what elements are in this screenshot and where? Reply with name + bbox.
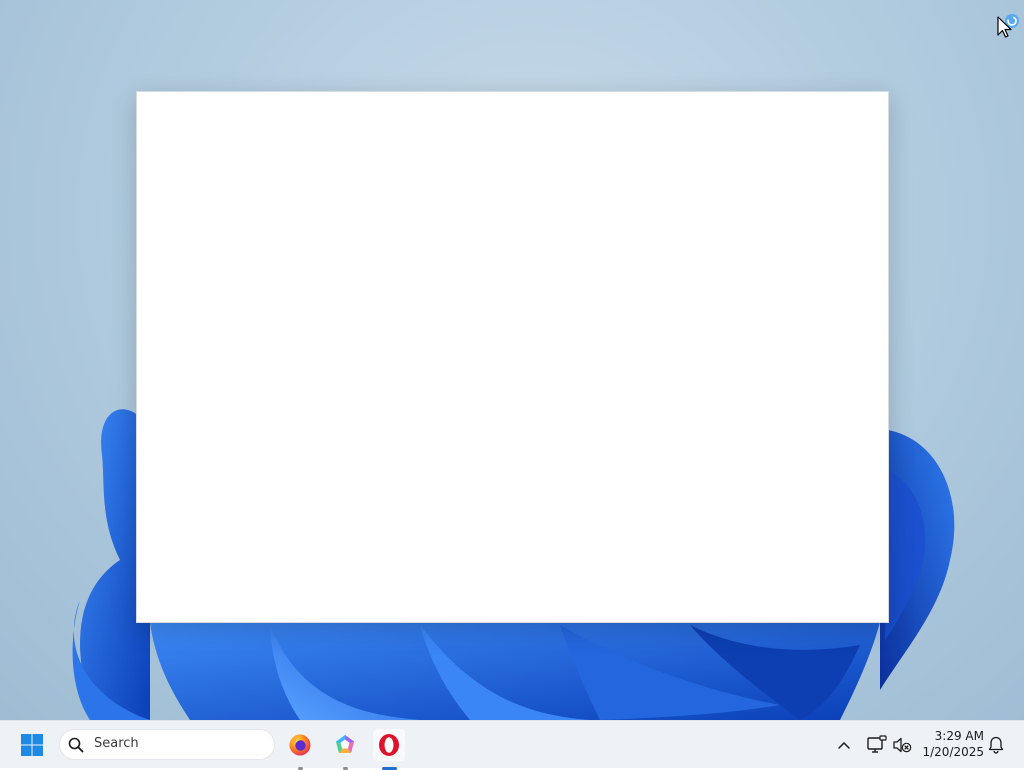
clock[interactable]: 3:29 AM 1/20/2025 <box>918 728 984 760</box>
taskbar-app-firefox[interactable] <box>284 729 316 770</box>
bell-icon[interactable] <box>986 735 1006 755</box>
copilot-icon <box>336 735 354 753</box>
search-label: Search <box>94 736 139 751</box>
firefox-icon <box>289 734 311 756</box>
windows-logo-icon <box>21 734 43 756</box>
network-icon[interactable] <box>866 734 888 756</box>
opera-icon <box>379 734 399 756</box>
desktop <box>0 0 1024 720</box>
clock-date: 1/20/2025 <box>922 745 984 759</box>
blank-app-window[interactable] <box>136 91 889 623</box>
volume-muted-icon[interactable] <box>892 735 912 755</box>
taskbar-app-copilot[interactable] <box>329 729 361 770</box>
clock-time: 3:29 AM <box>934 729 984 743</box>
start-button[interactable] <box>16 729 48 761</box>
search-icon <box>68 737 84 753</box>
mouse-pointer-icon <box>997 16 1012 38</box>
chevron-up-icon[interactable] <box>834 735 854 755</box>
taskbar-app-opera[interactable] <box>373 729 405 770</box>
taskbar: Search 3:29 AM 1/20/2025 <box>0 720 1024 770</box>
taskbar-search-box[interactable]: Search <box>59 729 275 760</box>
